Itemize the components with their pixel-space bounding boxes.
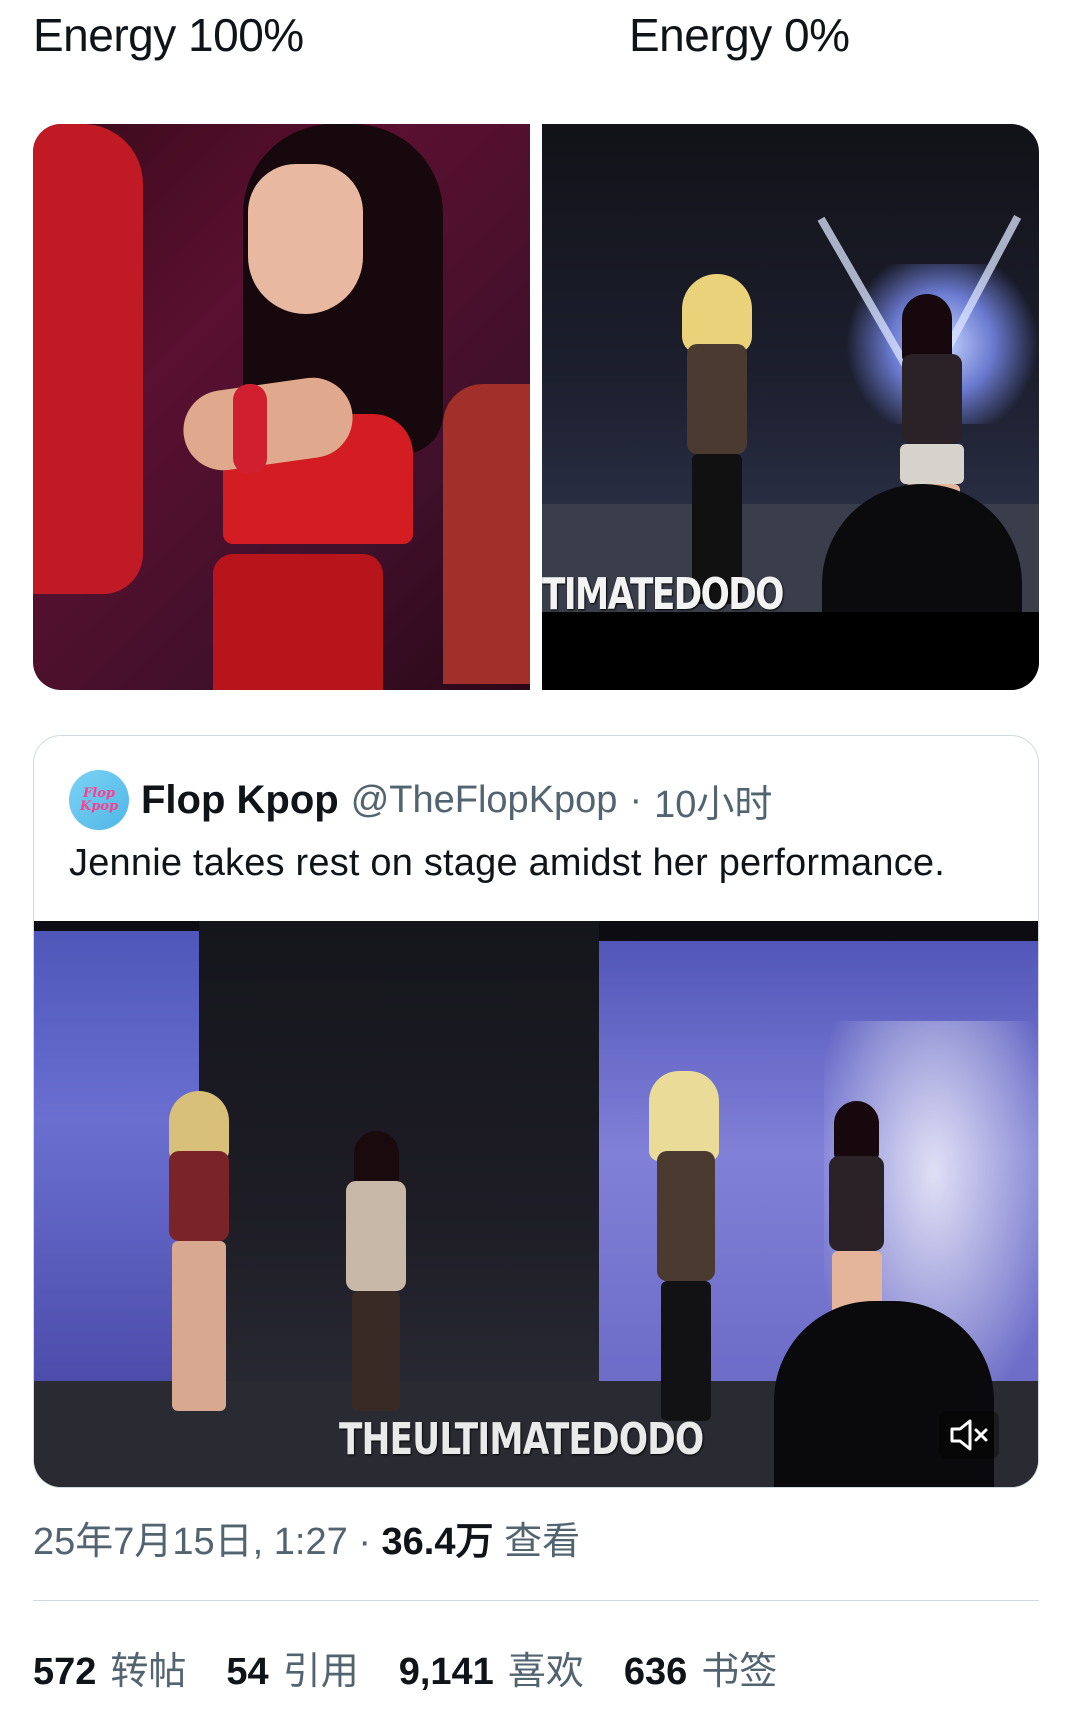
- retweets-count: 572: [33, 1651, 97, 1693]
- dancer-center: [324, 1131, 424, 1421]
- energy-full-label: Energy 100%: [33, 9, 304, 61]
- author-name[interactable]: Flop Kpop: [141, 778, 339, 823]
- performer-face: [248, 164, 363, 314]
- bookmarks-label: 书签: [701, 1651, 778, 1693]
- quoted-tweet-header: Flop Kpop Flop Kpop @TheFlopKpop · 10小时: [69, 770, 772, 830]
- avatar[interactable]: Flop Kpop: [69, 770, 129, 830]
- post-time[interactable]: 10小时: [654, 773, 772, 828]
- photo-energy-empty[interactable]: TIMATEDODO: [542, 124, 1039, 690]
- separator-dot: ·: [358, 1521, 371, 1563]
- likes-label: 喜欢: [507, 1651, 584, 1693]
- retweets-label: 转帖: [110, 1651, 187, 1693]
- engagement-stats: 572 转帖 54 引用 9,141 喜欢 636 书签: [33, 1640, 777, 1695]
- quotes-count: 54: [226, 1651, 269, 1693]
- separator-dot: ·: [629, 778, 643, 821]
- post-timestamp[interactable]: 25年7月15日, 1:27: [33, 1521, 348, 1563]
- red-outfit-skirt: [213, 554, 383, 690]
- energy-empty-label: Energy 0%: [629, 9, 850, 61]
- speaker-muted-icon: [950, 1419, 988, 1451]
- letterbox-bar: [542, 612, 1039, 690]
- photo-watermark: TIMATEDODO: [542, 569, 784, 620]
- video-player[interactable]: THEULTIMATEDODO: [34, 921, 1038, 1487]
- photo-grid: TIMATEDODO: [33, 124, 1039, 690]
- photo-energy-full[interactable]: [33, 124, 530, 690]
- bookmarks-count: 636: [623, 1651, 688, 1693]
- views-label: 查看: [504, 1521, 581, 1563]
- dancer-left: [144, 1091, 254, 1421]
- video-watermark: THEULTIMATEDODO: [339, 1414, 704, 1465]
- quotes-stat[interactable]: 54 引用: [226, 1640, 358, 1695]
- comparison-headers: Energy 100% Energy 0%: [0, 0, 1076, 110]
- mute-button[interactable]: [939, 1411, 999, 1459]
- post-timestamp-row: 25年7月15日, 1:27 · 36.4万 查看: [33, 1510, 580, 1565]
- dancer-blonde: [629, 1071, 739, 1421]
- author-handle[interactable]: @TheFlopKpop: [351, 779, 618, 822]
- avatar-text-bottom: Kpop: [79, 799, 119, 814]
- camera-operator-silhouette: [774, 1301, 994, 1487]
- performer-blonde: [672, 274, 762, 604]
- divider: [33, 1600, 1039, 1601]
- likes-stat[interactable]: 9,141 喜欢: [399, 1640, 584, 1695]
- quotes-label: 引用: [282, 1651, 359, 1693]
- quoted-tweet-card[interactable]: Flop Kpop Flop Kpop @TheFlopKpop · 10小时 …: [33, 735, 1039, 1488]
- views-count: 36.4万: [381, 1521, 494, 1563]
- microphone: [233, 384, 267, 474]
- likes-count: 9,141: [398, 1651, 494, 1693]
- background-dancer: [443, 384, 530, 684]
- retweets-stat[interactable]: 572 转帖: [33, 1640, 186, 1695]
- quoted-tweet-text: Jennie takes rest on stage amidst her pe…: [69, 842, 946, 884]
- foreground-hand: [33, 124, 143, 594]
- bookmarks-stat[interactable]: 636 书签: [624, 1640, 777, 1695]
